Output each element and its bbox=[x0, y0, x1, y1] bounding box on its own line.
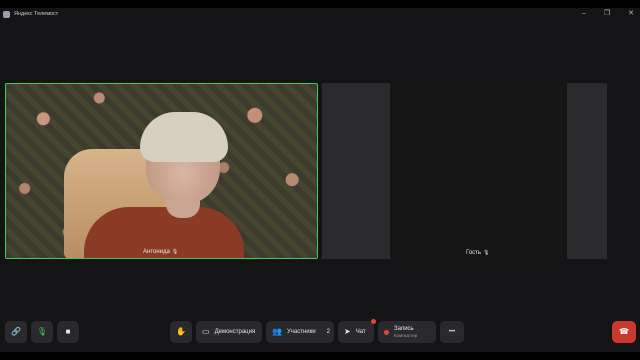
record-label: Запись bbox=[394, 325, 414, 332]
people-icon: 👥 bbox=[272, 327, 282, 336]
video-tile-guest[interactable]: Гость 🎙 bbox=[322, 83, 607, 259]
microphone-button[interactable]: 🎙 bbox=[31, 321, 53, 343]
raise-hand-button[interactable]: ✋ bbox=[170, 321, 192, 343]
hang-up-button[interactable]: ☎ bbox=[612, 321, 636, 343]
notification-dot bbox=[371, 319, 376, 324]
minimize-button[interactable]: – bbox=[582, 8, 586, 20]
microphone-icon: 🎙 bbox=[36, 327, 48, 336]
mic-icon: 🎙 bbox=[171, 249, 179, 255]
chat-label: Чат bbox=[355, 329, 366, 335]
send-icon: ➤ bbox=[344, 327, 351, 336]
record-sublabel: Компьютер bbox=[394, 332, 418, 338]
more-button[interactable]: ••• bbox=[440, 321, 464, 343]
participant-name-tag: Гость 🎙 bbox=[466, 250, 489, 256]
copy-link-button[interactable]: 🔗 bbox=[5, 321, 27, 343]
camera-icon: ■ bbox=[65, 327, 71, 336]
participants-button[interactable]: 👥 Участники 2 bbox=[266, 321, 334, 343]
camera-button[interactable]: ■ bbox=[57, 321, 79, 343]
screen-icon: ▭ bbox=[202, 327, 210, 336]
telemost-window: Яндекс Телемост – ❐ ✕ Антонида 🎙 Гость 🎙… bbox=[0, 8, 640, 352]
maximize-button[interactable]: ❐ bbox=[604, 8, 610, 20]
chat-button[interactable]: ➤ Чат bbox=[338, 319, 376, 343]
participant-name: Гость bbox=[466, 250, 482, 256]
record-button[interactable]: Запись Компьютер bbox=[378, 321, 436, 343]
person-hair bbox=[140, 112, 228, 162]
link-icon: 🔗 bbox=[11, 327, 21, 336]
participants-count: 2 bbox=[326, 329, 330, 335]
window-controls: – ❐ ✕ bbox=[582, 8, 634, 20]
call-toolbar: 🔗 🎙 ■ ✋ ▭ Демонстрация 👥 Участники 2 ➤ Ч… bbox=[0, 319, 640, 347]
participants-label: Участники bbox=[286, 329, 316, 335]
window-title: Яндекс Телемост bbox=[14, 11, 59, 17]
more-icon: ••• bbox=[448, 329, 456, 335]
screen-share-button[interactable]: ▭ Демонстрация bbox=[196, 321, 262, 343]
record-text: Запись Компьютер bbox=[394, 326, 417, 338]
record-icon bbox=[384, 329, 389, 335]
guest-video bbox=[390, 83, 567, 259]
app-icon bbox=[3, 10, 10, 18]
participant-name-tag: Антонида 🎙 bbox=[143, 249, 178, 255]
screen-share-label: Демонстрация bbox=[214, 329, 256, 335]
hand-icon: ✋ bbox=[176, 327, 186, 336]
close-button[interactable]: ✕ bbox=[628, 8, 634, 20]
video-tile-antonida[interactable]: Антонида 🎙 bbox=[5, 83, 318, 259]
mic-icon: 🎙 bbox=[483, 250, 490, 256]
hang-up-icon: ☎ bbox=[619, 327, 629, 336]
title-bar: Яндекс Телемост – ❐ ✕ bbox=[0, 8, 640, 20]
participant-name: Антонида bbox=[143, 249, 170, 255]
